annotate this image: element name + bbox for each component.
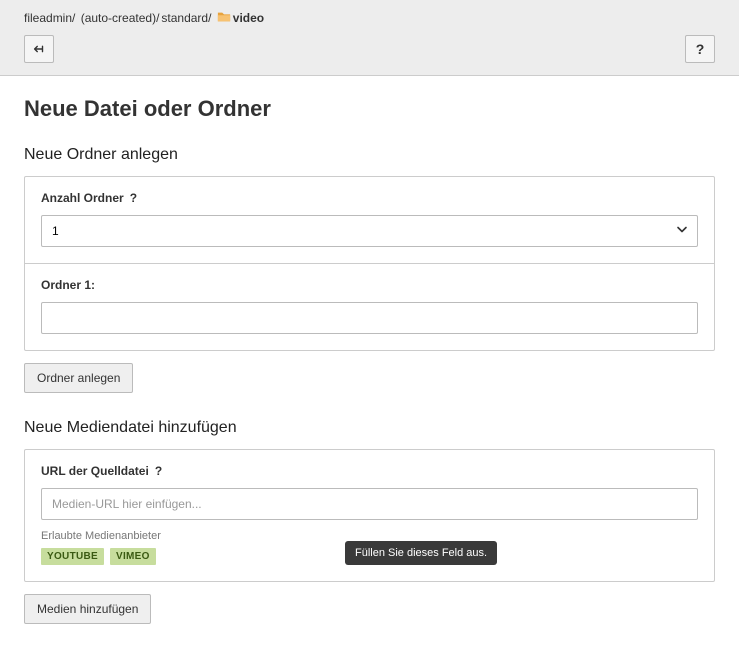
content: Neue Datei oder Ordner Neue Ordner anleg… [0, 76, 739, 648]
add-media-button[interactable]: Medien hinzufügen [24, 594, 151, 624]
help-button[interactable]: ? [685, 35, 715, 63]
media-url-input[interactable] [41, 488, 698, 520]
breadcrumb-seg[interactable]: fileadmin/ [24, 11, 79, 25]
panel-media: URL der Quelldatei ? Erlaubte Medienanbi… [24, 449, 715, 582]
media-url-label: URL der Quelldatei [41, 464, 149, 478]
section-title-folders: Neue Ordner anlegen [24, 146, 715, 164]
help-icon: ? [696, 41, 705, 57]
page-title: Neue Datei oder Ordner [24, 96, 715, 122]
validation-tooltip: Füllen Sie dieses Feld aus. [345, 541, 497, 565]
create-folder-button[interactable]: Ordner anlegen [24, 363, 133, 393]
folder-name-input[interactable] [41, 302, 698, 334]
folder-name-label: Ordner 1: [41, 278, 95, 292]
help-icon[interactable]: ? [130, 191, 137, 205]
breadcrumb-current: video [233, 11, 264, 25]
topbar: fileadmin/ (auto-created)/ standard/ vid… [0, 0, 739, 76]
folder-icon [217, 10, 231, 25]
provider-badge: VIMEO [110, 548, 156, 565]
folder-count-select[interactable]: 1 [41, 215, 698, 247]
section-title-media: Neue Mediendatei hinzufügen [24, 419, 715, 437]
back-button[interactable] [24, 35, 54, 63]
folder-count-label: Anzahl Ordner [41, 191, 124, 205]
breadcrumb-seg[interactable]: standard/ [161, 11, 214, 25]
provider-badges: YOUTUBE VIMEO Füllen Sie dieses Feld aus… [41, 548, 698, 565]
panel-folders: Anzahl Ordner ? 1 Ordner 1: [24, 176, 715, 351]
breadcrumb-seg[interactable]: (auto-created)/ [81, 11, 160, 25]
provider-badge: YOUTUBE [41, 548, 104, 565]
help-icon[interactable]: ? [155, 464, 162, 478]
breadcrumb: fileadmin/ (auto-created)/ standard/ vid… [24, 10, 715, 25]
